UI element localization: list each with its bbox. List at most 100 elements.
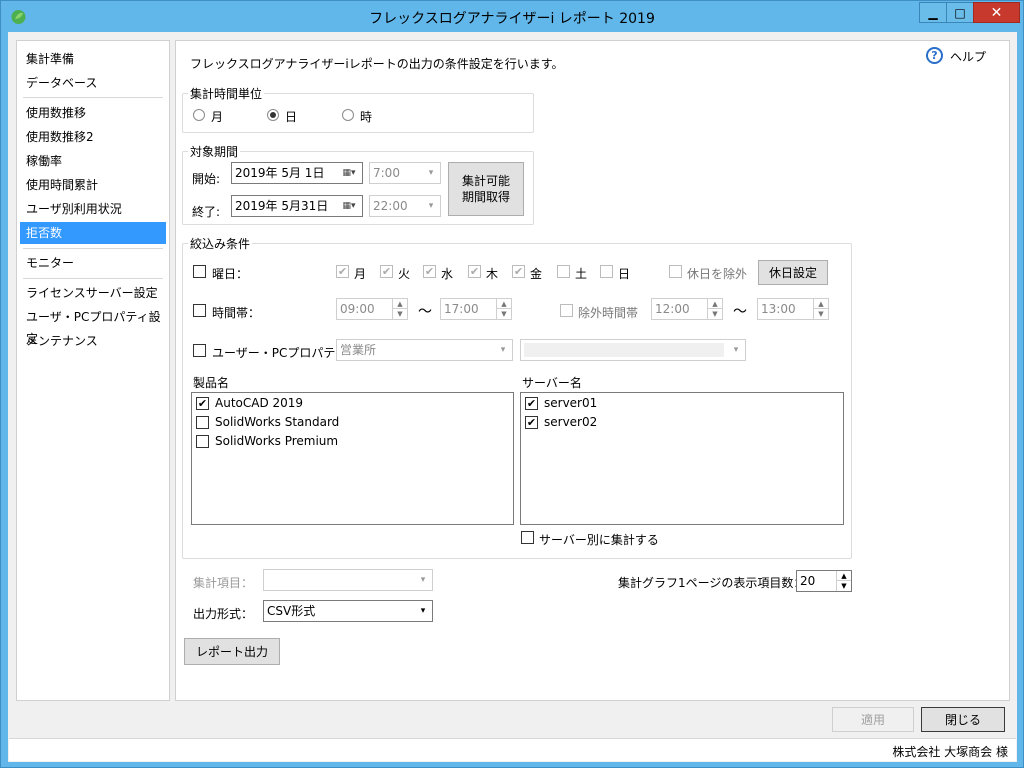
agg-item-combo[interactable]: ▾	[263, 569, 433, 591]
maximize-button[interactable]: □	[946, 2, 974, 23]
help-link[interactable]: ? ヘルプ	[926, 47, 996, 67]
end-date-picker[interactable]: 2019年 5月31日 ▦▾	[231, 195, 363, 217]
start-date-value: 2019年 5月 1日	[235, 166, 325, 180]
weekday-thu-checkbox[interactable]	[468, 265, 481, 278]
status-bar: 株式会社 大塚商会 様	[9, 738, 1016, 761]
end-time-value: 22:00	[373, 199, 408, 213]
title-bar[interactable]: フレックスログアナライザーi レポート 2019 ▁ □ ✕	[1, 1, 1023, 32]
graph-items-value: 20	[800, 574, 816, 588]
server-header: サーバー名	[522, 376, 582, 390]
sidebar-item-usage-trend-2[interactable]: 使用数推移2	[20, 126, 166, 148]
exclude-time-label: 除外時間帯	[578, 306, 639, 320]
weekday-sun-checkbox[interactable]	[600, 265, 613, 278]
weekday-mon-label: 月	[354, 267, 367, 281]
per-server-checkbox[interactable]	[521, 531, 534, 544]
sidebar-item-utilization[interactable]: 稼働率	[20, 150, 166, 172]
holiday-settings-button[interactable]: 休日設定	[758, 260, 828, 285]
product-checkbox[interactable]	[196, 416, 209, 429]
weekday-thu-label: 木	[486, 267, 499, 281]
page-description: フレックスログアナライザーiレポートの出力の条件設定を行います。	[190, 57, 564, 71]
product-list: AutoCAD 2019 SolidWorks Standard SolidWo…	[191, 392, 514, 525]
apply-button[interactable]: 適用	[832, 707, 914, 732]
server-checkbox[interactable]	[525, 416, 538, 429]
property-filter-checkbox[interactable]	[193, 344, 206, 357]
radio-day[interactable]	[267, 109, 279, 121]
chevron-down-icon: ▾	[500, 345, 506, 355]
time-range-tilde: ～	[418, 304, 432, 320]
exclude-from-spinner[interactable]: 12:00 ▲ ▼	[651, 298, 723, 320]
sidebar-divider	[23, 97, 163, 98]
minimize-icon: ▁	[928, 5, 938, 20]
server-checkbox[interactable]	[525, 397, 538, 410]
sidebar-item-user-pc-property[interactable]: ユーザ・PCプロパティ設定	[20, 306, 166, 346]
product-checkbox[interactable]	[196, 397, 209, 410]
property-value-combo[interactable]: ▾	[520, 339, 746, 361]
app-window: フレックスログアナライザーi レポート 2019 ▁ □ ✕ 集計準備 データベ…	[0, 0, 1024, 768]
time-to-spinner[interactable]: 17:00 ▲ ▼	[440, 298, 512, 320]
weekday-wed-label: 水	[441, 267, 454, 281]
product-checkbox[interactable]	[196, 435, 209, 448]
sidebar-item-usage-trend[interactable]: 使用数推移	[20, 102, 166, 124]
chevron-down-icon: ▾	[733, 345, 739, 355]
weekday-tue-checkbox[interactable]	[380, 265, 393, 278]
weekday-filter-checkbox[interactable]	[193, 265, 206, 278]
get-period-button[interactable]: 集計可能 期間取得	[448, 162, 524, 216]
weekday-sat-label: 土	[575, 267, 588, 281]
weekday-sat-checkbox[interactable]	[557, 265, 570, 278]
radio-hour[interactable]	[342, 109, 354, 121]
start-label: 開始:	[192, 172, 221, 186]
close-button[interactable]: 閉じる	[921, 707, 1005, 732]
property-value: 営業所	[340, 343, 377, 357]
exclude-to-spinner[interactable]: 13:00 ▲ ▼	[757, 298, 829, 320]
time-to-value: 17:00	[444, 302, 479, 316]
start-time-value: 7:00	[373, 166, 400, 180]
agg-item-label: 集計項目：	[193, 576, 254, 590]
time-unit-title: 集計時間単位	[188, 85, 265, 102]
sidebar-item-maintenance[interactable]: メンテナンス	[20, 330, 166, 352]
sidebar-divider	[23, 278, 163, 279]
radio-day-label: 日	[285, 110, 298, 124]
sidebar-divider	[23, 248, 163, 249]
main-panel: フレックスログアナライザーiレポートの出力の条件設定を行います。 ? ヘルプ 集…	[175, 40, 1010, 701]
spinner-arrows-icon: ▲ ▼	[813, 299, 828, 319]
close-window-button[interactable]: ✕	[973, 2, 1020, 23]
help-label: ヘルプ	[950, 50, 987, 64]
sidebar-item-denials[interactable]: 拒否数	[20, 222, 166, 244]
graph-items-spinner[interactable]: 20 ▲ ▼	[796, 570, 852, 592]
sidebar-item-prep[interactable]: 集計準備	[20, 48, 166, 70]
exclude-time-checkbox[interactable]	[560, 304, 573, 317]
minimize-button[interactable]: ▁	[919, 2, 947, 23]
sidebar-item-monitor[interactable]: モニター	[20, 252, 166, 274]
report-output-button[interactable]: レポート出力	[184, 638, 280, 665]
spinner-arrows-icon: ▲ ▼	[707, 299, 722, 319]
radio-month[interactable]	[193, 109, 205, 121]
product-label: AutoCAD 2019	[215, 396, 304, 410]
start-time-combo[interactable]: 7:00 ▾	[369, 162, 441, 184]
chevron-down-icon: ▾	[428, 168, 434, 178]
weekday-wed-checkbox[interactable]	[423, 265, 436, 278]
client-area: 集計準備 データベース 使用数推移 使用数推移2 稼働率 使用時間累計 ユーザ別…	[8, 32, 1017, 762]
sidebar-item-database[interactable]: データベース	[20, 72, 166, 94]
time-from-spinner[interactable]: 09:00 ▲ ▼	[336, 298, 408, 320]
sidebar-item-license-server[interactable]: ライセンスサーバー設定	[20, 282, 166, 304]
end-time-combo[interactable]: 22:00 ▾	[369, 195, 441, 217]
filter-title: 絞込み条件	[188, 235, 253, 252]
end-date-value: 2019年 5月31日	[235, 199, 329, 213]
exclude-to-value: 13:00	[761, 302, 796, 316]
sidebar-item-usage-time[interactable]: 使用時間累計	[20, 174, 166, 196]
chevron-down-icon: ▾	[420, 575, 426, 585]
graph-items-label: 集計グラフ1ページの表示項目数：	[618, 576, 806, 590]
spinner-arrows-icon: ▲ ▼	[496, 299, 511, 319]
spinner-arrows-icon: ▲ ▼	[836, 571, 851, 591]
server-label: server02	[544, 415, 598, 429]
exclude-holiday-label: 休日を除外	[687, 267, 748, 281]
weekday-fri-label: 金	[530, 267, 543, 281]
output-format-combo[interactable]: CSV形式 ▾	[263, 600, 433, 622]
exclude-holiday-checkbox[interactable]	[669, 265, 682, 278]
property-combo[interactable]: 営業所 ▾	[336, 339, 513, 361]
weekday-fri-checkbox[interactable]	[512, 265, 525, 278]
start-date-picker[interactable]: 2019年 5月 1日 ▦▾	[231, 162, 363, 184]
sidebar-item-user-usage[interactable]: ユーザ別利用状況	[20, 198, 166, 220]
time-range-checkbox[interactable]	[193, 304, 206, 317]
weekday-mon-checkbox[interactable]	[336, 265, 349, 278]
